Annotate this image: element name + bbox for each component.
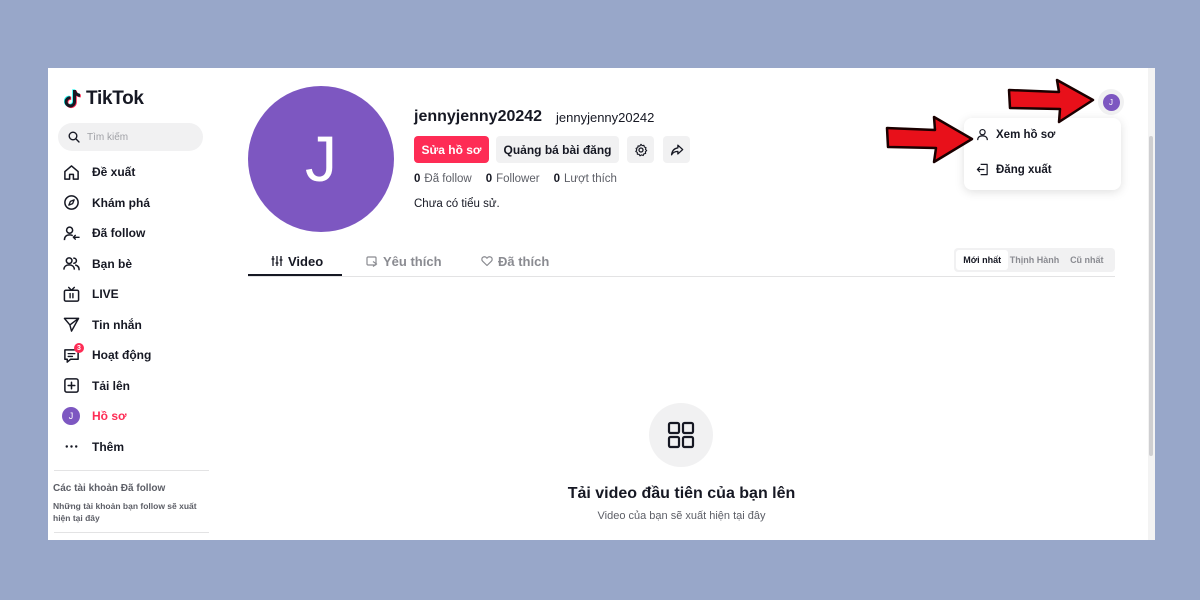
- following-accounts-title: Các tài khoản Đã follow: [53, 483, 166, 494]
- sidebar-item-label: Hoạt động: [92, 348, 152, 363]
- sidebar-item-profile[interactable]: J Hồ sơ: [62, 401, 212, 432]
- following-count[interactable]: 0 Đã follow: [414, 173, 472, 185]
- sidebar-item-explore[interactable]: Khám phá: [62, 188, 212, 219]
- menu-item-label: Đăng xuất: [996, 163, 1052, 176]
- sidebar: TikTok Đề xuất Khám phá Đã follow Bạn bè: [48, 68, 218, 540]
- tiktok-window: TikTok Đề xuất Khám phá Đã follow Bạn bè: [48, 68, 1155, 540]
- active-tab-underline: [248, 274, 342, 276]
- profile-dropdown-menu: Xem hồ sơ Đăng xuất: [964, 118, 1121, 190]
- share-icon: [670, 144, 683, 155]
- sidebar-divider: [54, 470, 209, 471]
- promote-post-button[interactable]: Quảng bá bài đăng: [496, 136, 619, 163]
- profile-username: jennyjenny20242: [414, 108, 543, 125]
- tab-video[interactable]: Video: [271, 246, 323, 276]
- menu-item-view-profile[interactable]: Xem hồ sơ: [976, 128, 1055, 141]
- profile-nickname: jennyjenny20242: [556, 110, 655, 125]
- edit-profile-button[interactable]: Sửa hồ sơ: [414, 136, 489, 163]
- send-icon: [62, 316, 80, 334]
- user-icon: [977, 128, 988, 141]
- avatar: J: [62, 407, 80, 426]
- gear-icon: [634, 143, 647, 156]
- scrollbar-thumb[interactable]: [1149, 136, 1153, 456]
- annotation-arrow-avatar: [1007, 78, 1095, 124]
- sidebar-item-more[interactable]: Thêm: [62, 432, 212, 463]
- following-accounts-desc: Những tài khoản bạn follow sẽ xuất hiện …: [53, 501, 197, 523]
- header-avatar-button[interactable]: J: [1098, 89, 1124, 115]
- tab-label: Video: [288, 253, 324, 269]
- sidebar-item-for-you[interactable]: Đề xuất: [62, 157, 212, 188]
- tab-favorites[interactable]: Yêu thích: [366, 246, 442, 276]
- search-icon: [68, 131, 80, 143]
- grid-icon: [667, 421, 695, 449]
- follower-count[interactable]: 0 Follower: [486, 173, 540, 185]
- sidebar-item-label: Khám phá: [92, 195, 151, 210]
- avatar: J: [1102, 93, 1120, 111]
- profile-avatar-large[interactable]: J: [248, 86, 394, 232]
- sidebar-item-friends[interactable]: Bạn bè: [62, 249, 212, 280]
- sidebar-item-upload[interactable]: Tải lên: [62, 371, 212, 402]
- sidebar-item-label: Hồ sơ: [92, 409, 127, 424]
- stat-label: Follower: [496, 173, 540, 185]
- sort-selector: Mới nhất Thịnh Hành Cũ nhất: [954, 248, 1115, 272]
- sidebar-item-messages[interactable]: Tin nhắn: [62, 310, 212, 341]
- stat-value: 0: [553, 173, 560, 185]
- search-box[interactable]: [58, 123, 203, 151]
- tab-label: Đã thích: [498, 253, 550, 269]
- logout-icon: [976, 163, 988, 176]
- profile-stats: 0 Đã follow 0 Follower 0 Lượt thích: [414, 173, 617, 185]
- home-icon: [62, 163, 80, 181]
- tiktok-logo-icon: [64, 89, 81, 109]
- upload-icon: [62, 377, 80, 395]
- empty-state-icon: [649, 403, 713, 467]
- notification-badge: 3: [74, 343, 84, 353]
- sidebar-item-activity[interactable]: 3 Hoạt động: [62, 340, 212, 371]
- sidebar-item-label: Bạn bè: [92, 256, 133, 271]
- sidebar-item-label: Tin nhắn: [92, 317, 142, 332]
- tab-liked[interactable]: Đã thích: [481, 246, 549, 276]
- profile-avatar: J: [62, 407, 80, 426]
- live-icon: [62, 285, 80, 303]
- menu-item-label: Xem hồ sơ: [996, 128, 1056, 141]
- sidebar-divider: [54, 532, 209, 533]
- stat-value: 0: [485, 173, 493, 185]
- empty-state-subtitle: Video của bạn sẽ xuất hiện tại đây: [597, 510, 766, 522]
- bookmark-icon: [366, 256, 378, 267]
- search-input[interactable]: [87, 131, 187, 143]
- following-icon: [62, 224, 80, 242]
- video-grid-icon: [271, 256, 283, 266]
- settings-button[interactable]: [627, 136, 654, 163]
- sidebar-item-label: LIVE: [92, 287, 119, 302]
- friends-icon: [62, 255, 80, 273]
- sort-trending[interactable]: Thịnh Hành: [1008, 250, 1060, 270]
- tiktok-logo[interactable]: TikTok: [64, 88, 144, 110]
- more-icon: [62, 438, 80, 456]
- annotation-arrow-view-profile: [885, 115, 974, 164]
- share-button[interactable]: [663, 136, 690, 163]
- stat-label: Đã follow: [424, 173, 472, 185]
- stat-value: 0: [414, 173, 421, 185]
- sidebar-item-label: Thêm: [92, 439, 125, 454]
- sort-newest[interactable]: Mới nhất: [956, 250, 1009, 270]
- profile-bio: Chưa có tiểu sử.: [414, 198, 500, 210]
- sidebar-item-label: Đề xuất: [92, 165, 136, 180]
- empty-state-title: Tải video đầu tiên của bạn lên: [567, 485, 796, 502]
- likes-count: 0 Lượt thích: [554, 173, 617, 185]
- sidebar-item-following[interactable]: Đã follow: [62, 218, 212, 249]
- tab-label: Yêu thích: [383, 253, 442, 269]
- logo-text: TikTok: [86, 88, 144, 109]
- compass-icon: [62, 194, 80, 212]
- menu-item-logout[interactable]: Đăng xuất: [976, 163, 1052, 176]
- sort-oldest[interactable]: Cũ nhất: [1061, 250, 1113, 270]
- sidebar-item-live[interactable]: LIVE: [62, 279, 212, 310]
- heart-icon: [481, 256, 493, 267]
- sidebar-item-label: Tải lên: [92, 378, 131, 393]
- sidebar-item-label: Đã follow: [92, 226, 146, 241]
- stat-label: Lượt thích: [564, 173, 617, 185]
- sidebar-nav: Đề xuất Khám phá Đã follow Bạn bè LIVE T…: [62, 157, 212, 462]
